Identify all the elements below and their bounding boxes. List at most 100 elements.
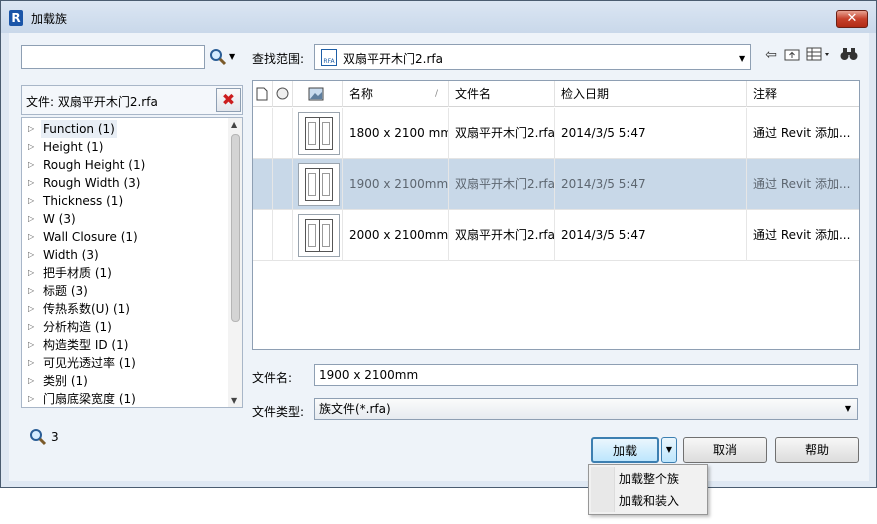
file-name-cell: 双扇平开木门2.rfa xyxy=(449,159,555,210)
load-options-button[interactable]: ▼ xyxy=(661,437,677,463)
expand-arrow-icon[interactable]: ▷ xyxy=(28,264,34,282)
expand-arrow-icon[interactable]: ▷ xyxy=(28,372,34,390)
search-icon xyxy=(210,49,227,66)
chevron-down-icon: ▼ xyxy=(229,52,236,61)
tree-item-label: Rough Width (3) xyxy=(43,176,141,190)
note-cell: 通过 Revit 添加... xyxy=(753,228,851,242)
window-title: 加载族 xyxy=(31,12,68,26)
status-cell xyxy=(273,210,293,261)
door-thumbnail xyxy=(298,163,340,206)
tree-item-label: 类别 (1) xyxy=(43,374,88,388)
scroll-thumb[interactable] xyxy=(231,134,240,322)
chevron-down-icon: ▼ xyxy=(665,445,673,454)
binoculars-icon[interactable] xyxy=(839,47,859,67)
tree-item-label: Wall Closure (1) xyxy=(43,230,138,244)
doc-cell xyxy=(253,108,273,159)
date-cell: 2014/3/5 5:47 xyxy=(555,108,747,159)
expand-arrow-icon[interactable]: ▷ xyxy=(28,282,34,300)
up-folder-icon[interactable] xyxy=(783,47,801,67)
expand-arrow-icon[interactable]: ▷ xyxy=(28,228,34,246)
expand-arrow-icon[interactable]: ▷ xyxy=(28,354,34,372)
chevron-down-icon: ▼ xyxy=(739,54,746,63)
filter-file-label: 文件: 双扇平开木门2.rfa xyxy=(26,95,158,109)
expand-arrow-icon[interactable]: ▷ xyxy=(28,210,34,228)
menu-item-load-entire-family[interactable]: 加载整个族 xyxy=(619,468,679,490)
date-cell: 2014/3/5 5:47 xyxy=(555,210,747,261)
status-cell xyxy=(273,108,293,159)
file-name-cell: 双扇平开木门2.rfa xyxy=(449,108,555,159)
help-button[interactable]: 帮助 xyxy=(775,437,859,463)
expand-arrow-icon[interactable]: ▷ xyxy=(28,300,34,318)
expand-arrow-icon[interactable]: ▷ xyxy=(28,246,34,264)
tree-item-label: 标题 (3) xyxy=(43,284,88,298)
tree-item-label: 可见光透过率 (1) xyxy=(43,356,136,370)
view-menu-icon[interactable] xyxy=(805,47,833,67)
tree-item-label: W (3) xyxy=(43,212,76,226)
table-row[interactable]: 2000 x 2100mm 双扇平开木门2.rfa 2014/3/5 5:47 通过 … xyxy=(253,210,859,261)
tree-item-label: Height (1) xyxy=(43,140,104,154)
filter-file-row: 文件: 双扇平开木门2.rfa ✖ xyxy=(21,85,243,115)
tree-item-label: Thickness (1) xyxy=(43,194,124,208)
menu-icon-gutter xyxy=(591,467,615,512)
date-cell: 2014/3/5 5:47 xyxy=(555,159,747,210)
type-name-cell: 1800 x 2100 mm xyxy=(343,108,449,159)
name-column-header[interactable]: 名称 / xyxy=(343,81,449,107)
list-header: 名称 / 文件名 检入日期 注释 xyxy=(253,81,859,107)
expand-arrow-icon[interactable]: ▷ xyxy=(28,120,34,138)
back-arrow-icon[interactable]: ⇦ xyxy=(762,47,780,67)
tree-scrollbar[interactable]: ▲ ▼ xyxy=(228,118,242,407)
tree-item-label: 门扇底梁宽度 (1) xyxy=(43,392,136,406)
file-name-label: 文件名: xyxy=(252,371,293,385)
tree-item-label: Rough Height (1) xyxy=(43,158,146,172)
clear-filter-button[interactable]: ✖ xyxy=(216,88,241,112)
door-thumbnail xyxy=(298,112,340,155)
expand-arrow-icon[interactable]: ▷ xyxy=(28,390,34,407)
revit-app-icon: R xyxy=(9,10,23,26)
table-row[interactable]: 1900 x 2100mm 双扇平开木门2.rfa 2014/3/5 5:47 通过 … xyxy=(253,159,859,210)
close-button[interactable]: ✕ xyxy=(836,10,868,28)
filename-column-header[interactable]: 文件名 xyxy=(449,81,555,107)
scroll-down-icon[interactable]: ▼ xyxy=(231,396,237,405)
expand-arrow-icon[interactable]: ▷ xyxy=(28,336,34,354)
type-name-cell: 1900 x 2100mm xyxy=(343,159,449,210)
expand-arrow-icon[interactable]: ▷ xyxy=(28,192,34,210)
chevron-down-icon: ▼ xyxy=(844,404,851,413)
look-in-label: 查找范围: xyxy=(252,52,305,66)
load-family-dialog: R 加载族 ✕ ▼ 文件: 双扇平开木门2.rfa ✖ ▷ Function (1… xyxy=(0,0,877,488)
load-button[interactable]: 加载 xyxy=(591,437,659,463)
door-thumbnail xyxy=(298,214,340,257)
expand-arrow-icon[interactable]: ▷ xyxy=(28,156,34,174)
note-cell: 通过 Revit 添加... xyxy=(753,126,851,140)
tree-item-label: 把手材质 (1) xyxy=(43,266,112,280)
search-options-button[interactable]: ▼ xyxy=(205,45,241,69)
preview-column-icon[interactable] xyxy=(293,81,343,107)
file-type-dropdown[interactable]: 族文件(*.rfa) ▼ xyxy=(314,398,858,420)
tree-item-label: Function (1) xyxy=(41,120,117,138)
expand-arrow-icon[interactable]: ▷ xyxy=(28,138,34,156)
parameter-tree: ▷ Function (1) ▷ Height (1) ▷ Rough Height (1… xyxy=(21,117,243,408)
tree-item-label: 分析构造 (1) xyxy=(43,320,112,334)
dialog-body: ▼ 文件: 双扇平开木门2.rfa ✖ ▷ Function (1) ▷ Height… xyxy=(9,33,869,481)
file-type-label: 文件类型: xyxy=(252,405,305,419)
expand-arrow-icon[interactable]: ▷ xyxy=(28,318,34,336)
doc-column-icon[interactable] xyxy=(253,81,273,107)
search-count-icon xyxy=(30,429,47,446)
note-column-header[interactable]: 注释 xyxy=(747,81,859,107)
menu-item-load-and-place[interactable]: 加载和装入 xyxy=(619,490,679,512)
file-name-cell: 双扇平开木门2.rfa xyxy=(449,210,555,261)
doc-cell xyxy=(253,159,273,210)
search-input[interactable] xyxy=(21,45,205,69)
look-in-dropdown[interactable]: RFA 双扇平开木门2.rfa ▼ xyxy=(314,44,751,70)
file-name-input[interactable]: 1900 x 2100mm xyxy=(314,364,858,386)
expand-arrow-icon[interactable]: ▷ xyxy=(28,174,34,192)
status-column-icon[interactable] xyxy=(273,81,293,107)
status-cell xyxy=(273,159,293,210)
scroll-up-icon[interactable]: ▲ xyxy=(231,120,237,129)
date-column-header[interactable]: 检入日期 xyxy=(555,81,747,107)
tree-item-label: 构造类型 ID (1) xyxy=(43,338,129,352)
note-cell: 通过 Revit 添加... xyxy=(753,177,851,191)
table-row[interactable]: 1800 x 2100 mm 双扇平开木门2.rfa 2014/3/5 5:47 通过… xyxy=(253,108,859,159)
tree-item-label: Width (3) xyxy=(43,248,99,262)
load-options-menu: 加载整个族 加载和装入 xyxy=(588,464,708,515)
cancel-button[interactable]: 取消 xyxy=(683,437,767,463)
